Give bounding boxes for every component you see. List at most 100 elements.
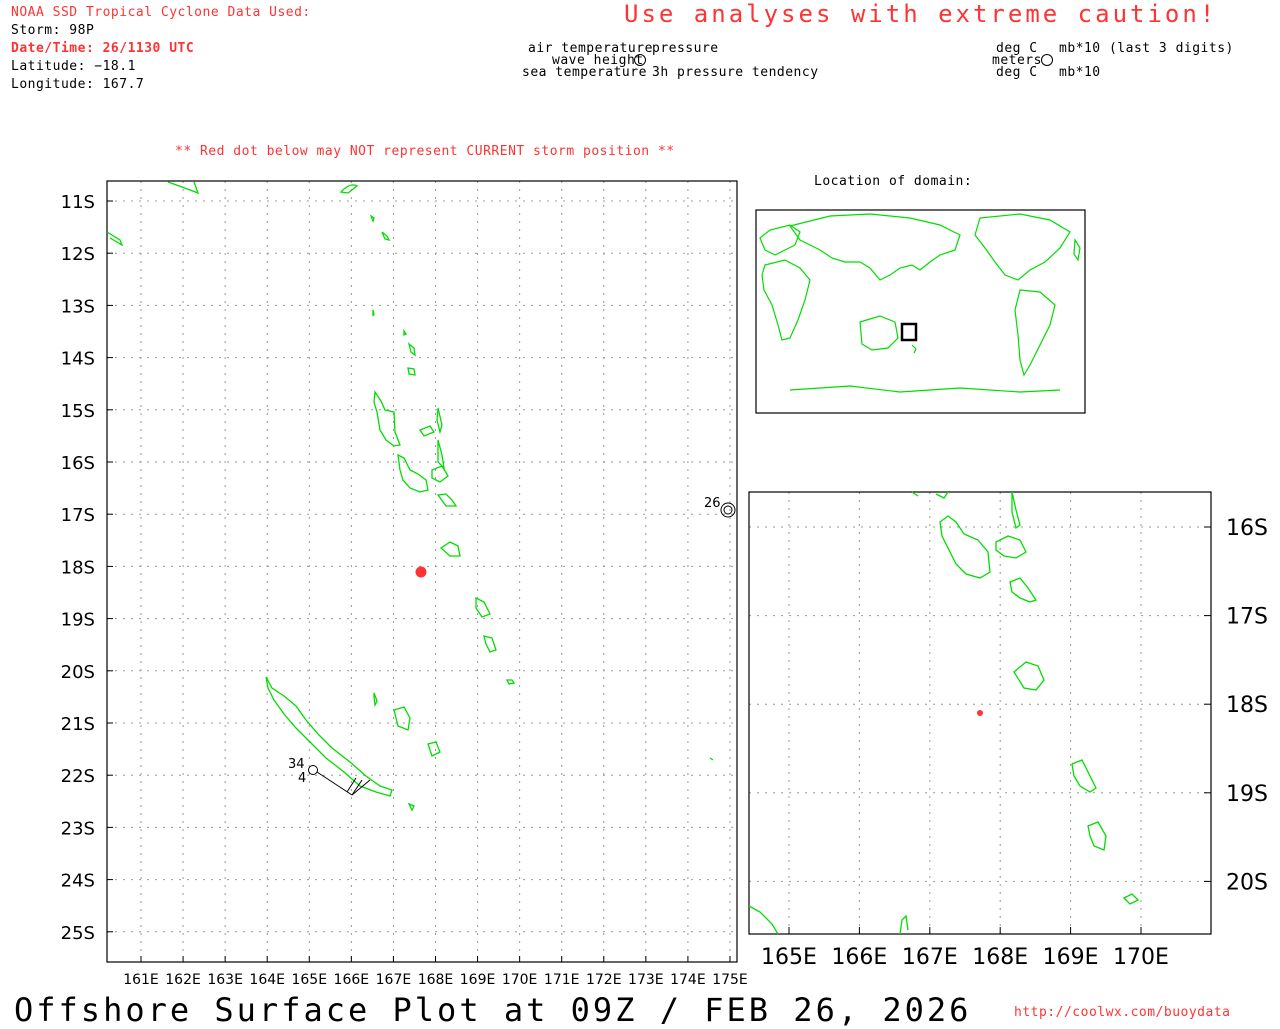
main-lon-label: 166E (334, 972, 370, 988)
coast-aneityum (505, 679, 516, 685)
main-lat-label: 19S (61, 610, 95, 631)
coast-ambrym (431, 465, 449, 483)
main-lat-label: 17S (61, 505, 95, 526)
legend-station-circle (634, 54, 646, 66)
coast-ouvea (373, 692, 378, 708)
zoom-ambrym (995, 535, 1027, 559)
zoom-lon-label: 166E (831, 945, 887, 970)
zoom-pentecost (1011, 491, 1021, 530)
coast-lifou (393, 706, 411, 731)
coast-islet-2 (381, 231, 391, 241)
coast-islet-3 (372, 309, 375, 317)
zoom-erromango (1071, 759, 1097, 793)
main-lon-label: 171E (544, 972, 580, 988)
coast-mare (427, 741, 441, 757)
main-lat-label: 13S (61, 296, 95, 317)
main-lon-label: 167E (376, 972, 412, 988)
main-lon-label: 172E (586, 972, 622, 988)
main-lon-label: 161E (123, 972, 159, 988)
main-lat-label: 14S (61, 349, 95, 370)
coast-malakula (397, 453, 429, 493)
main-lat-label: 15S (61, 401, 95, 422)
main-lon-labels: 161E 162E 163E 164E 165E 166E 167E 168E 169E 170E… (123, 972, 748, 988)
zoom-aneityum (1122, 893, 1140, 905)
main-lon-label: 168E (418, 972, 454, 988)
zoom-epi (1009, 577, 1038, 603)
zoom-lat-label: 18S (1226, 693, 1268, 718)
coast-maewo (436, 407, 443, 435)
zoom-efate (1013, 661, 1045, 691)
station-a-temp: 34 (288, 757, 305, 772)
coast-islet-4 (403, 328, 407, 337)
coast-epi (436, 493, 458, 507)
main-lat-label: 18S (61, 557, 95, 578)
zoom-new-caledonia-edge (748, 905, 779, 935)
main-lon-label: 170E (502, 972, 538, 988)
main-lon-label: 165E (291, 972, 327, 988)
zoom-lat-labels: 16S 17S 18S 19S 20S (1226, 516, 1268, 895)
zoom-lon-label: 165E (761, 945, 817, 970)
zoom-ouvea (899, 914, 909, 935)
inset-frame (755, 209, 1086, 414)
coast-erromango (475, 596, 491, 618)
coast-islet-5 (407, 342, 416, 357)
inset-world-map (755, 209, 1086, 414)
station-b-temp: 26 (704, 496, 721, 511)
main-lon-label: 173E (628, 972, 664, 988)
main-ticks (107, 200, 731, 962)
main-lon-label: 175E (712, 972, 748, 988)
legend-unit-circle (1041, 54, 1053, 66)
main-lon-label: 164E (249, 972, 285, 988)
zoom-tanna (1087, 821, 1107, 851)
zoom-lon-label: 167E (902, 945, 958, 970)
zoom-map: 165E 166E 167E 168E 169E 170E 16S 17S 18S 19S 20S (748, 491, 1268, 970)
zoom-lon-label: 168E (972, 945, 1028, 970)
zoom-lat-label: 19S (1226, 782, 1268, 807)
coast-efate (439, 541, 461, 557)
station-b-marker-inner (723, 505, 733, 515)
zoom-storm-dot[interactable] (977, 710, 983, 716)
main-lat-label: 25S (61, 923, 95, 944)
main-lat-label: 20S (61, 662, 95, 683)
main-lon-label: 162E (165, 972, 201, 988)
map-graphics: 161E 162E 163E 164E 165E 166E 167E 168E 169E 170E… (61, 54, 1268, 988)
main-lat-label: 24S (61, 871, 95, 892)
coast-pentecost (437, 439, 445, 470)
main-map: 161E 162E 163E 164E 165E 166E 167E 168E 169E 170E… (61, 180, 748, 988)
station-a-wave: 4 (298, 771, 306, 786)
main-lat-label: 22S (61, 766, 95, 787)
zoom-lon-label: 169E (1043, 945, 1099, 970)
main-lon-label: 163E (207, 972, 243, 988)
zoom-malakula (939, 515, 991, 579)
coast-espiritu-santo (373, 390, 401, 447)
zoom-maewo-top (935, 491, 949, 499)
station-b-marker-outer[interactable] (720, 502, 736, 518)
main-lat-label: 21S (61, 714, 95, 735)
zoom-lon-label: 170E (1113, 945, 1169, 970)
zoom-lat-label: 20S (1226, 870, 1268, 895)
main-coastlines (106, 181, 714, 812)
zoom-lat-label: 17S (1226, 605, 1268, 630)
coast-islet-1 (369, 214, 375, 223)
coast-ambae (419, 425, 435, 437)
main-lat-labels: 11S 12S 13S 14S 15S 16S 17S 18S 19S 20S 21S 22S 23S 2… (61, 192, 95, 944)
station-a[interactable]: 34 4 (288, 757, 371, 796)
coast-new-caledonia (265, 676, 393, 797)
coast-west-edge (106, 231, 124, 247)
main-lat-label: 11S (61, 192, 95, 213)
zoom-lat-label: 16S (1226, 516, 1268, 541)
coast-islet-east (709, 757, 714, 761)
coast-island-north (339, 184, 359, 194)
coast-islet-6 (407, 367, 416, 376)
zoom-lon-labels: 165E 166E 167E 168E 169E 170E (761, 945, 1169, 970)
main-lat-label: 16S (61, 453, 95, 474)
main-lon-label: 174E (670, 972, 706, 988)
storm-position-dot[interactable] (415, 566, 427, 578)
coast-solomon (167, 181, 200, 195)
station-a-marker[interactable] (308, 765, 318, 775)
main-lat-label: 12S (61, 244, 95, 265)
coast-tanna (483, 635, 497, 653)
main-lon-label: 169E (460, 972, 496, 988)
coast-isle-of-pines (407, 802, 415, 812)
main-lat-label: 23S (61, 818, 95, 839)
